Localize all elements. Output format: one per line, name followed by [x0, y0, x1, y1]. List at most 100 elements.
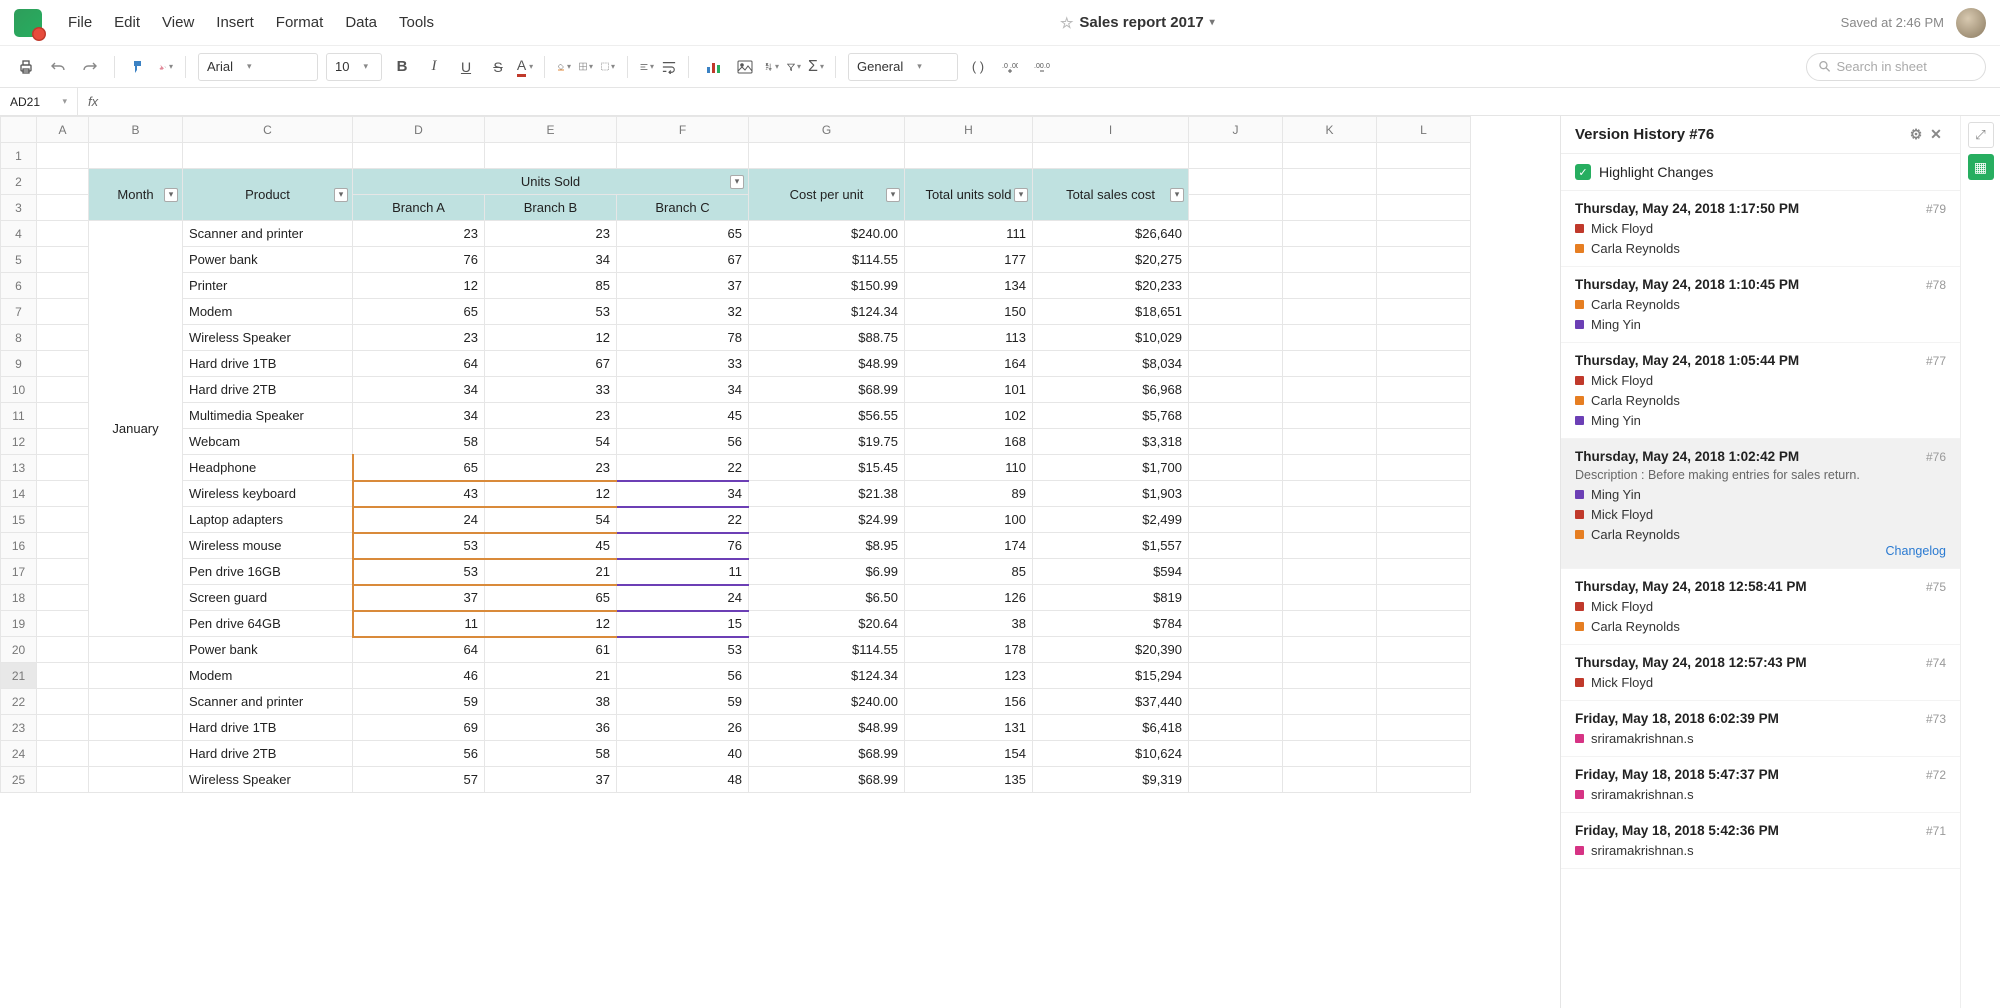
- redo-icon[interactable]: [78, 55, 102, 79]
- table-row[interactable]: 16Wireless mouse534576$8.95174$1,557: [1, 533, 1471, 559]
- row-header[interactable]: 5: [1, 247, 37, 273]
- explore-icon[interactable]: ▦: [1968, 154, 1994, 180]
- table-row[interactable]: 12Webcam585456$19.75168$3,318: [1, 429, 1471, 455]
- version-item[interactable]: Friday, May 18, 2018 5:42:36 PM#71sriram…: [1561, 813, 1960, 869]
- row-header[interactable]: 21: [1, 663, 37, 689]
- row-header[interactable]: 24: [1, 741, 37, 767]
- row-header[interactable]: 9: [1, 351, 37, 377]
- merge-cells-icon[interactable]: ▾: [601, 55, 615, 79]
- version-item[interactable]: Thursday, May 24, 2018 1:17:50 PM#79Mick…: [1561, 191, 1960, 267]
- increase-decimal-icon[interactable]: .0.00: [998, 55, 1022, 79]
- document-title[interactable]: ☆ Sales report 2017 ▾: [434, 14, 1841, 32]
- row-header[interactable]: 1: [1, 143, 37, 169]
- underline-icon[interactable]: U: [454, 55, 478, 79]
- table-row[interactable]: 6Printer128537$150.99134$20,233: [1, 273, 1471, 299]
- table-row[interactable]: 20Power bank646153$114.55178$20,390: [1, 637, 1471, 663]
- table-row[interactable]: 21Modem462156$124.34123$15,294: [1, 663, 1471, 689]
- chevron-down-icon[interactable]: ▾: [1210, 17, 1215, 28]
- row-header[interactable]: 20: [1, 637, 37, 663]
- col-header[interactable]: I: [1033, 117, 1189, 143]
- gear-icon[interactable]: ⚙: [1906, 126, 1926, 143]
- decrease-decimal-icon[interactable]: .00.0: [1030, 55, 1054, 79]
- filter-icon[interactable]: ▾: [787, 55, 801, 79]
- version-item[interactable]: Friday, May 18, 2018 6:02:39 PM#73sriram…: [1561, 701, 1960, 757]
- font-family-select[interactable]: Arial▾: [198, 53, 318, 81]
- menu-edit[interactable]: Edit: [114, 14, 140, 31]
- table-row[interactable]: 8Wireless Speaker231278$88.75113$10,029: [1, 325, 1471, 351]
- strikethrough-icon[interactable]: S: [486, 55, 510, 79]
- menu-format[interactable]: Format: [276, 14, 324, 31]
- row-header[interactable]: 8: [1, 325, 37, 351]
- table-row[interactable]: 17Pen drive 16GB532111$6.9985$594: [1, 559, 1471, 585]
- version-item[interactable]: Thursday, May 24, 2018 1:05:44 PM#77Mick…: [1561, 343, 1960, 439]
- row-header[interactable]: 11: [1, 403, 37, 429]
- table-row[interactable]: 15Laptop adapters245422$24.99100$2,499: [1, 507, 1471, 533]
- chart-icon[interactable]: [701, 55, 725, 79]
- version-item[interactable]: Thursday, May 24, 2018 1:02:42 PM#76Desc…: [1561, 439, 1960, 569]
- align-icon[interactable]: ▾: [640, 55, 654, 79]
- row-header[interactable]: 2: [1, 169, 37, 195]
- version-list[interactable]: Thursday, May 24, 2018 1:17:50 PM#79Mick…: [1561, 191, 1960, 1008]
- table-row[interactable]: 19Pen drive 64GB111215$20.6438$784: [1, 611, 1471, 637]
- col-header[interactable]: K: [1283, 117, 1377, 143]
- menu-insert[interactable]: Insert: [216, 14, 254, 31]
- version-item[interactable]: Thursday, May 24, 2018 1:10:45 PM#78Carl…: [1561, 267, 1960, 343]
- row-header[interactable]: 3: [1, 195, 37, 221]
- version-item[interactable]: Thursday, May 24, 2018 12:57:43 PM#74Mic…: [1561, 645, 1960, 701]
- row-header[interactable]: 19: [1, 611, 37, 637]
- bold-icon[interactable]: B: [390, 55, 414, 79]
- col-header[interactable]: C: [183, 117, 353, 143]
- row-header[interactable]: 13: [1, 455, 37, 481]
- avatar[interactable]: [1956, 8, 1986, 38]
- table-row[interactable]: 18Screen guard376524$6.50126$819: [1, 585, 1471, 611]
- menu-file[interactable]: File: [68, 14, 92, 31]
- col-header[interactable]: A: [37, 117, 89, 143]
- table-row[interactable]: 23Hard drive 1TB693626$48.99131$6,418: [1, 715, 1471, 741]
- col-header[interactable]: J: [1189, 117, 1283, 143]
- name-box[interactable]: AD21▾: [0, 88, 78, 115]
- table-row[interactable]: 13Headphone652322$15.45110$1,700: [1, 455, 1471, 481]
- col-header[interactable]: B: [89, 117, 183, 143]
- row-header[interactable]: 10: [1, 377, 37, 403]
- table-row[interactable]: 22Scanner and printer593859$240.00156$37…: [1, 689, 1471, 715]
- table-row[interactable]: 7Modem655332$124.34150$18,651: [1, 299, 1471, 325]
- version-item[interactable]: Friday, May 18, 2018 5:47:37 PM#72sriram…: [1561, 757, 1960, 813]
- row-header[interactable]: 6: [1, 273, 37, 299]
- highlight-changes-toggle[interactable]: ✓ Highlight Changes: [1561, 154, 1960, 191]
- row-header[interactable]: 14: [1, 481, 37, 507]
- search-input[interactable]: [1806, 53, 1986, 81]
- sort-icon[interactable]: AZ▾: [765, 55, 779, 79]
- row-header[interactable]: 16: [1, 533, 37, 559]
- table-row[interactable]: 4JanuaryScanner and printer232365$240.00…: [1, 221, 1471, 247]
- print-icon[interactable]: [14, 55, 38, 79]
- row-header[interactable]: 25: [1, 767, 37, 793]
- row-header[interactable]: 12: [1, 429, 37, 455]
- table-row[interactable]: 9Hard drive 1TB646733$48.99164$8,034: [1, 351, 1471, 377]
- table-row[interactable]: 14Wireless keyboard431234$21.3889$1,903: [1, 481, 1471, 507]
- undo-icon[interactable]: [46, 55, 70, 79]
- row-header[interactable]: 15: [1, 507, 37, 533]
- font-size-select[interactable]: 10▾: [326, 53, 382, 81]
- col-header[interactable]: D: [353, 117, 485, 143]
- functions-icon[interactable]: Σ▾: [809, 55, 823, 79]
- clear-format-icon[interactable]: ▾: [159, 55, 173, 79]
- table-row[interactable]: 24Hard drive 2TB565840$68.99154$10,624: [1, 741, 1471, 767]
- table-row[interactable]: 10Hard drive 2TB343334$68.99101$6,968: [1, 377, 1471, 403]
- select-all-corner[interactable]: [1, 117, 37, 143]
- paint-format-icon[interactable]: [127, 55, 151, 79]
- row-header[interactable]: 7: [1, 299, 37, 325]
- row-header[interactable]: 4: [1, 221, 37, 247]
- row-header[interactable]: 18: [1, 585, 37, 611]
- table-row[interactable]: 5Power bank763467$114.55177$20,275: [1, 247, 1471, 273]
- close-icon[interactable]: ✕: [1926, 126, 1946, 143]
- menu-data[interactable]: Data: [345, 14, 377, 31]
- text-color-icon[interactable]: A▾: [518, 55, 532, 79]
- wrap-text-icon[interactable]: [662, 55, 676, 79]
- menu-tools[interactable]: Tools: [399, 14, 434, 31]
- version-item[interactable]: Thursday, May 24, 2018 12:58:41 PM#75Mic…: [1561, 569, 1960, 645]
- col-header[interactable]: L: [1377, 117, 1471, 143]
- row-header[interactable]: 23: [1, 715, 37, 741]
- row-header[interactable]: 22: [1, 689, 37, 715]
- col-header[interactable]: E: [485, 117, 617, 143]
- col-header[interactable]: F: [617, 117, 749, 143]
